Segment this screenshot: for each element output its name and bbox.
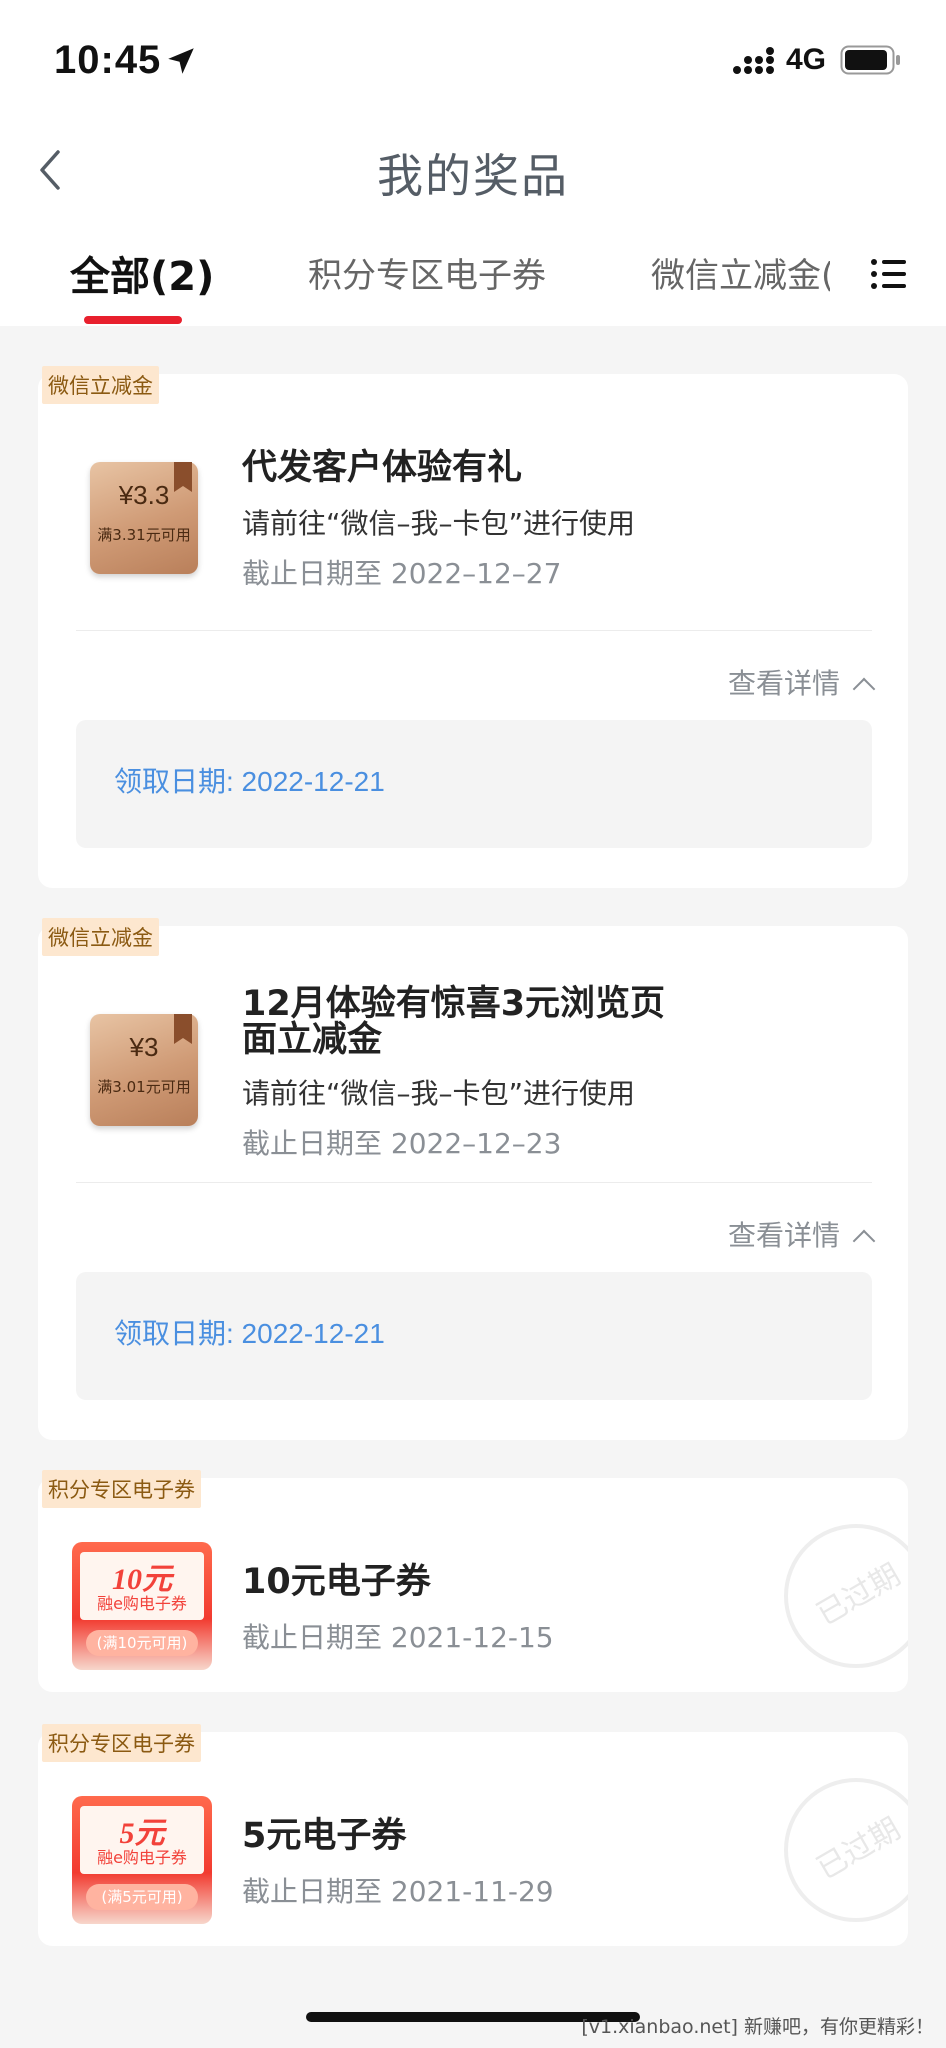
tab-points-coupons[interactable]: 积分专区电子券 <box>308 248 546 297</box>
active-tab-indicator <box>84 316 182 324</box>
chevron-up-icon <box>852 1229 876 1253</box>
prize-card: 微信立减金 ¥3.3 满3.31元可用 代发客户体验有礼 请前往“微信–我–卡包… <box>38 366 908 888</box>
expiry-date: 截止日期至 2021-11-29 <box>242 1875 554 1908</box>
coupon-condition: (满5元可用) <box>86 1884 198 1910</box>
tab-wechat-discount[interactable]: 微信立减金(2 <box>651 248 830 297</box>
receive-date: 领取日期: 2022-12-21 <box>114 766 385 797</box>
view-details-button[interactable]: 查看详情 <box>727 662 876 702</box>
e-coupon-thumbnail: 10元 融e购电子券 (满10元可用) <box>72 1542 212 1670</box>
top-area: 10:45 4G 我的奖品 全部(2) 积分专区电子券 微信立减金(2 <box>0 0 946 326</box>
detail-panel: 领取日期: 2022-12-21 <box>76 1272 872 1400</box>
divider <box>76 630 872 631</box>
tab-bar: 全部(2) 积分专区电子券 微信立减金(2 <box>0 230 946 326</box>
prize-title-line2: 面立减金 <box>242 1020 383 1060</box>
receive-date: 领取日期: 2022-12-21 <box>114 1318 385 1349</box>
location-arrow-icon <box>168 48 194 74</box>
view-details-label: 查看详情 <box>727 1219 840 1252</box>
e-coupon-thumbnail: 5元 融e购电子券 (满5元可用) <box>72 1796 212 1924</box>
view-details-label: 查看详情 <box>727 667 840 700</box>
coupon-condition: 满3.01元可用 <box>97 1078 191 1096</box>
coupon-amount: ¥3.3 <box>118 480 170 510</box>
battery-icon <box>840 45 900 75</box>
divider <box>76 1182 872 1183</box>
prize-card: 微信立减金 ¥3 满3.01元可用 12月体验有惊喜3元浏览页 面立减金 请前往… <box>38 918 908 1440</box>
page-title: 我的奖品 <box>377 149 569 203</box>
expiry-date: 截止日期至 2022–12–27 <box>242 557 562 590</box>
category-tag: 积分专区电子券 <box>42 1724 201 1762</box>
prize-title: 10元电子券 <box>242 1562 431 1602</box>
view-details-button[interactable]: 查看详情 <box>727 1214 876 1254</box>
prize-card[interactable]: 积分专区电子券 5元 融e购电子券 (满5元可用) 5元电子券 截止日期至 20… <box>38 1724 908 1946</box>
prize-card[interactable]: 积分专区电子券 10元 融e购电子券 (满10元可用) 10元电子券 截止日期至… <box>38 1470 908 1692</box>
expiry-date: 截止日期至 2021-12-15 <box>242 1621 554 1654</box>
watermark: [v1.xianbao.net] 新赚吧，有你更精彩！ <box>581 2016 934 2038</box>
prize-usage: 请前往“微信–我–卡包”进行使用 <box>242 1077 636 1110</box>
expired-stamp: 已过期 <box>778 1518 908 1668</box>
e-coupon-face: 5元 融e购电子券 <box>80 1806 204 1874</box>
prize-title-line1: 12月体验有惊喜3元浏览页 <box>242 984 666 1024</box>
prize-title: 代发客户体验有礼 <box>242 448 523 488</box>
coupon-name: 融e购电子券 <box>97 1848 187 1867</box>
coupon-name: 融e购电子券 <box>97 1594 187 1613</box>
coupon-thumbnail: ¥3 满3.01元可用 <box>90 1014 198 1126</box>
category-tag: 微信立减金 <box>42 366 159 404</box>
detail-panel: 领取日期: 2022-12-21 <box>76 720 872 848</box>
category-tag: 积分专区电子券 <box>42 1470 201 1508</box>
e-coupon-face: 10元 融e购电子券 <box>80 1552 204 1620</box>
coupon-thumbnail: ¥3.3 满3.31元可用 <box>90 462 198 574</box>
expired-stamp: 已过期 <box>778 1772 908 1922</box>
prize-usage: 请前往“微信–我–卡包”进行使用 <box>242 507 636 540</box>
coupon-condition: (满10元可用) <box>86 1630 198 1656</box>
coupon-amount: ¥3 <box>129 1032 159 1062</box>
network-type: 4G <box>786 43 827 76</box>
tab-all[interactable]: 全部(2) <box>70 244 214 302</box>
chevron-up-icon <box>852 677 876 701</box>
list-menu-icon[interactable] <box>870 256 908 292</box>
status-time: 10:45 <box>54 38 162 82</box>
tab-clip: 微信立减金(2 <box>640 230 830 326</box>
expiry-date: 截止日期至 2022–12–23 <box>242 1127 562 1160</box>
signal-dots-icon <box>733 47 774 74</box>
category-tag: 微信立减金 <box>42 918 159 956</box>
coupon-condition: 满3.31元可用 <box>97 526 191 544</box>
prize-title: 5元电子券 <box>242 1816 407 1856</box>
